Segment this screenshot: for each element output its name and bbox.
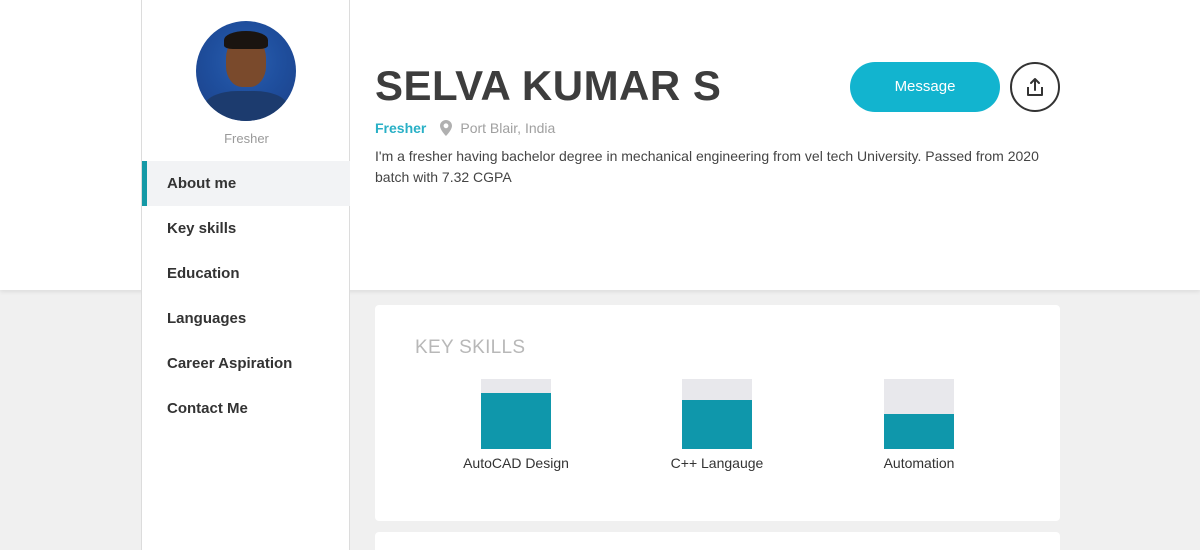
next-section-card [375,532,1060,550]
profile-name: SELVA KUMAR S [375,62,722,109]
status-badge: Fresher [375,120,427,136]
sidebar-item-education[interactable]: Education [142,251,350,296]
skill-bar [884,379,954,449]
profile-meta: Fresher Port Blair, India [375,120,555,136]
skill-label: Automation [883,455,955,471]
skill-bar-fill [884,414,954,449]
avatar-hair [224,31,268,49]
skill-label: C++ Langauge [670,455,764,471]
skill-bar-fill [682,400,752,449]
skill-autocad: AutoCAD Design [436,379,596,471]
skill-bar-fill [481,393,551,449]
skill-cpp: C++ Langauge [637,379,797,471]
skill-label: AutoCAD Design [463,455,569,471]
sidebar-item-contact-me[interactable]: Contact Me [142,386,350,431]
sidebar-item-key-skills[interactable]: Key skills [142,206,350,251]
avatar-caption: Fresher [224,131,269,146]
sidebar-item-languages[interactable]: Languages [142,296,350,341]
key-skills-title: KEY SKILLS [415,337,526,358]
location-pin-icon [440,120,453,136]
sidebar-item-career-aspiration[interactable]: Career Aspiration [142,341,350,386]
skill-bar [682,379,752,449]
skill-bar [481,379,551,449]
share-button[interactable] [1010,62,1060,112]
sidebar: Fresher About me Key skills Education La… [141,0,350,550]
profile-bio: I'm a fresher having bachelor degree in … [375,148,1039,185]
sidebar-item-about-me[interactable]: About me [142,161,350,206]
avatar-shirt [204,91,288,121]
message-button[interactable]: Message [850,62,1000,112]
sidebar-nav: About me Key skills Education Languages … [142,161,350,431]
location-text: Port Blair, India [460,120,556,136]
key-skills-card: KEY SKILLS AutoCAD Design C++ Langauge A… [375,305,1060,521]
avatar [196,21,296,121]
share-icon [1027,78,1043,96]
skill-automation: Automation [839,379,999,471]
